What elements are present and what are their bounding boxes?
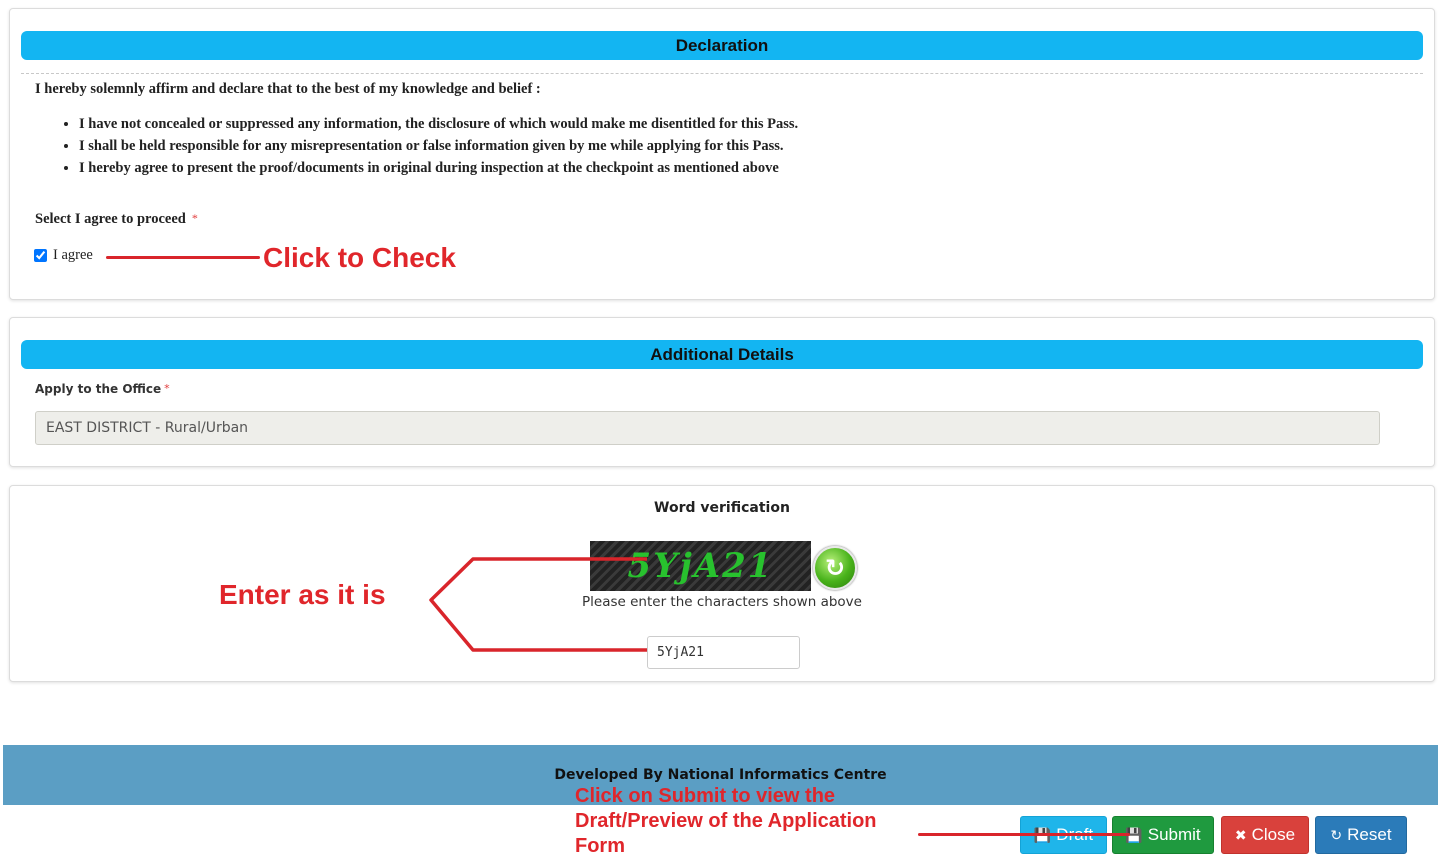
annotation-check: Click to Check bbox=[263, 242, 456, 273]
verification-title: Word verification bbox=[654, 500, 790, 516]
agree-prompt: Select I agree to proceed * bbox=[35, 211, 198, 228]
submit-label: Submit bbox=[1147, 825, 1201, 844]
annotation-submit-line: Click on Submit to view the bbox=[575, 785, 836, 807]
agree-checkbox[interactable] bbox=[34, 249, 47, 262]
reset-button[interactable]: ↻ Reset bbox=[1315, 816, 1407, 854]
declaration-intro: I hereby solemnly affirm and declare tha… bbox=[35, 81, 541, 97]
close-circle-icon: ✖ bbox=[1234, 826, 1247, 843]
annotation-submit-line: Draft/Preview of the Application bbox=[575, 810, 877, 832]
close-button[interactable]: ✖ Close bbox=[1221, 816, 1309, 854]
refresh-icon: ↻ bbox=[1330, 826, 1343, 843]
captcha-input[interactable] bbox=[647, 636, 800, 669]
agree-row[interactable]: I agree bbox=[34, 247, 93, 264]
agree-prompt-text: Select I agree to proceed bbox=[35, 211, 186, 227]
declaration-point: I hereby agree to present the proof/docu… bbox=[79, 157, 798, 179]
annotation-submit: Click on Submit to view the Draft/Previe… bbox=[575, 784, 877, 859]
office-select[interactable]: EAST DISTRICT - Rural/Urban bbox=[35, 411, 1380, 445]
office-label: Apply to the Office * bbox=[35, 382, 170, 396]
annotation-line-submit bbox=[918, 833, 1130, 836]
declaration-list: I have not concealed or suppressed any i… bbox=[59, 113, 798, 179]
reset-label: Reset bbox=[1347, 825, 1392, 844]
required-mark: * bbox=[164, 382, 170, 395]
annotation-submit-line: Form bbox=[575, 835, 625, 857]
office-label-text: Apply to the Office bbox=[35, 382, 162, 396]
declaration-point: I have not concealed or suppressed any i… bbox=[79, 113, 798, 135]
annotation-line-check bbox=[106, 256, 260, 259]
declaration-point: I shall be held responsible for any misr… bbox=[79, 135, 798, 157]
annotation-enter: Enter as it is bbox=[219, 579, 386, 610]
close-label: Close bbox=[1251, 825, 1296, 844]
required-mark: * bbox=[191, 211, 198, 225]
additional-details-panel: Additional Details Apply to the Office * … bbox=[9, 317, 1435, 467]
divider bbox=[21, 73, 1423, 74]
declaration-header: Declaration bbox=[21, 31, 1423, 60]
captcha-refresh-icon[interactable]: ↻ bbox=[813, 546, 857, 590]
agree-label[interactable]: I agree bbox=[53, 247, 93, 264]
annotation-bracket bbox=[429, 557, 647, 652]
additional-details-header: Additional Details bbox=[21, 340, 1423, 369]
